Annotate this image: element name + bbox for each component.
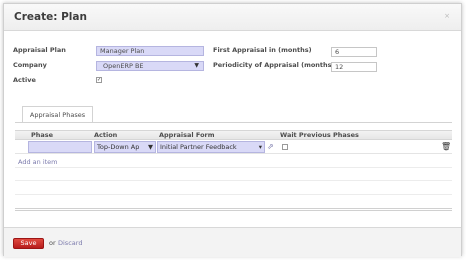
column-header-action[interactable]: Action: [94, 130, 117, 140]
tab-divider: [15, 122, 452, 123]
column-header-appraisal-form[interactable]: Appraisal Form: [159, 130, 215, 140]
wait-previous-checkbox[interactable]: [282, 144, 288, 150]
external-link-icon[interactable]: ⇗: [267, 142, 274, 151]
first-appraisal-label: First Appraisal in (months): [213, 46, 312, 54]
or-text: or: [49, 239, 56, 247]
create-plan-dialog: Create: Plan × Appraisal Plan Manager Pl…: [3, 3, 462, 257]
appraisal-plan-input[interactable]: Manager Plan: [96, 46, 204, 56]
row-divider: [15, 180, 452, 181]
periodicity-input[interactable]: 12: [331, 62, 377, 72]
action-select[interactable]: Top-Down Ap ▼: [94, 141, 156, 153]
active-checkbox[interactable]: ✓: [96, 77, 102, 83]
grid-footer-line: [15, 208, 452, 209]
appraisal-plan-label: Appraisal Plan: [13, 46, 66, 54]
dialog-header: Create: Plan ×: [4, 4, 461, 31]
company-label: Company: [13, 61, 47, 69]
dropdown-arrow-icon: ▾: [258, 143, 262, 151]
action-value: Top-Down Ap: [97, 143, 140, 151]
grid-header: [15, 130, 452, 140]
active-label: Active: [13, 76, 36, 84]
discard-link[interactable]: Discard: [58, 239, 82, 247]
periodicity-label: Periodicity of Appraisal (months): [213, 61, 335, 69]
tab-appraisal-phases[interactable]: Appraisal Phases: [22, 106, 93, 123]
close-icon[interactable]: ×: [444, 12, 450, 20]
company-select[interactable]: OpenERP BE ▼: [96, 61, 204, 71]
column-header-wait-previous-phases[interactable]: Wait Previous Phases: [280, 130, 359, 140]
row-divider: [15, 194, 452, 195]
appraisal-form-input[interactable]: Initial Partner Feedback ▾: [157, 141, 265, 153]
add-item-link[interactable]: Add an item: [18, 158, 58, 166]
dialog-title: Create: Plan: [14, 11, 87, 23]
first-appraisal-input[interactable]: 6: [331, 47, 377, 57]
appraisal-form-value: Initial Partner Feedback: [160, 143, 237, 151]
phase-input[interactable]: [28, 141, 92, 153]
dropdown-arrow-icon: ▼: [194, 62, 199, 69]
trash-icon[interactable]: 🗑: [441, 142, 451, 151]
grid-footer-line: [15, 210, 452, 211]
company-value: OpenERP BE: [103, 62, 144, 70]
dialog-footer: Save or Discard: [4, 227, 461, 257]
row-divider: [15, 167, 452, 168]
save-button[interactable]: Save: [13, 238, 44, 249]
dropdown-arrow-icon: ▼: [148, 143, 153, 151]
column-header-phase[interactable]: Phase: [31, 130, 53, 140]
